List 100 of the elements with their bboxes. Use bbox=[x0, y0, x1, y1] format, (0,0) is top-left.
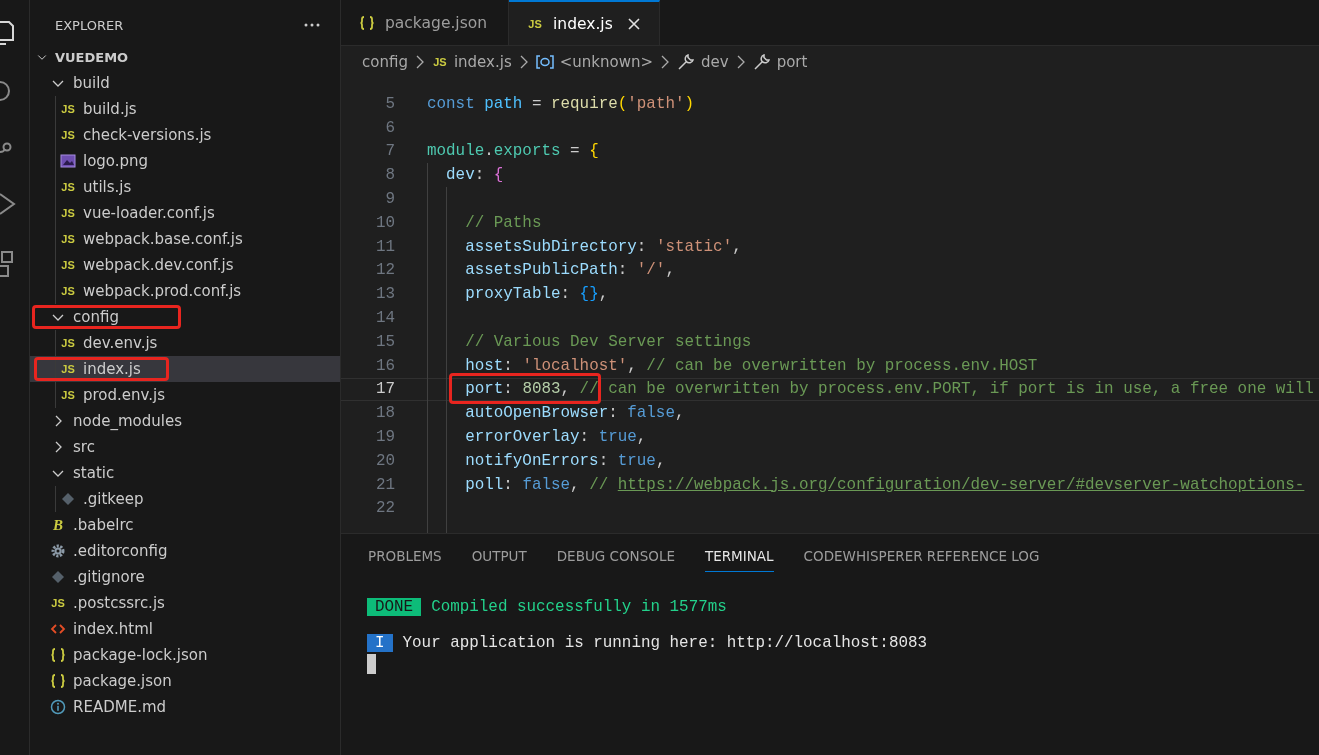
file-name: build bbox=[73, 74, 110, 92]
code-token: 'static' bbox=[655, 237, 733, 256]
code-token: , bbox=[674, 404, 685, 423]
code-token: true bbox=[617, 451, 656, 470]
tree-item[interactable]: config bbox=[30, 304, 340, 330]
breadcrumb-item[interactable]: <unknown> bbox=[559, 53, 653, 71]
tree-item[interactable]: JS prod.env.js bbox=[30, 382, 340, 408]
info-icon bbox=[50, 699, 66, 715]
js-file-icon: JS bbox=[60, 207, 76, 219]
code-token: errorOverlay bbox=[464, 428, 580, 447]
code-token: , bbox=[732, 237, 742, 256]
tree-item[interactable]: JS webpack.prod.conf.js bbox=[30, 278, 340, 304]
variable-symbol-icon bbox=[535, 55, 554, 69]
tree-item[interactable]: .gitkeep bbox=[30, 486, 340, 512]
file-name: node_modules bbox=[73, 412, 182, 430]
code-token: , bbox=[570, 475, 581, 494]
file-name: static bbox=[73, 464, 115, 482]
editor-tab[interactable]: JS index.js bbox=[509, 0, 660, 45]
line-number: 12 bbox=[374, 261, 395, 280]
code-token: , bbox=[598, 285, 609, 304]
tree-item[interactable]: src bbox=[30, 434, 340, 460]
code-token: : bbox=[636, 237, 648, 256]
line-number: 13 bbox=[374, 285, 395, 304]
file-name: package-lock.json bbox=[73, 646, 208, 664]
breadcrumb-item[interactable]: port bbox=[776, 53, 808, 71]
tree-item[interactable]: .editorconfig bbox=[30, 538, 340, 564]
js-file-icon: JS bbox=[60, 259, 76, 271]
babel-file-icon: B bbox=[50, 516, 66, 534]
panel-tab[interactable]: DEBUG CONSOLE bbox=[556, 548, 675, 572]
code-token: { bbox=[493, 166, 504, 185]
code-token: false bbox=[627, 404, 675, 423]
breadcrumb-item[interactable]: dev bbox=[701, 53, 729, 71]
gear-icon bbox=[50, 543, 66, 559]
code-token: : bbox=[617, 261, 629, 280]
code-token[interactable]: https://webpack.js.org/configuration/dev-server/#devserver-watchoptions- bbox=[617, 475, 1305, 494]
code-token: : bbox=[608, 404, 619, 423]
tree-item[interactable]: static bbox=[30, 460, 340, 486]
line-number: 14 bbox=[374, 309, 395, 328]
file-name: webpack.prod.conf.js bbox=[83, 282, 242, 300]
files-icon[interactable] bbox=[0, 20, 14, 46]
file-name: index.html bbox=[73, 620, 153, 638]
code-token: : bbox=[474, 166, 486, 185]
code-token: : bbox=[503, 380, 514, 399]
code-token: // can be overwritten by process.env.HOST bbox=[646, 356, 1038, 375]
tree-item[interactable]: JS .postcssrc.js bbox=[30, 590, 340, 616]
code-token: : bbox=[579, 428, 591, 447]
tree-item[interactable]: package-lock.json bbox=[30, 642, 340, 668]
tree-item[interactable]: README.md bbox=[30, 694, 340, 720]
tree-item[interactable]: VUEDEMO bbox=[30, 44, 340, 70]
code-token: // Paths bbox=[464, 213, 542, 232]
wrench-icon bbox=[677, 53, 695, 71]
code-token: module bbox=[427, 142, 485, 161]
tree-item[interactable]: JS dev.env.js bbox=[30, 330, 340, 356]
code-token: dev bbox=[445, 166, 475, 185]
js-file-icon: JS bbox=[60, 389, 76, 401]
close-icon[interactable] bbox=[627, 16, 641, 31]
breadcrumb-item[interactable]: config bbox=[362, 53, 408, 71]
tree-item[interactable]: B .babelrc bbox=[30, 512, 340, 538]
tree-item[interactable]: package.json bbox=[30, 668, 340, 694]
tree-item[interactable]: JS index.js bbox=[30, 356, 340, 382]
panel-tab[interactable]: CODEWHISPERER REFERENCE LOG bbox=[803, 548, 1040, 572]
tree-item[interactable]: logo.png bbox=[30, 148, 340, 174]
status-badge: DONE bbox=[367, 598, 422, 616]
line-number: 21 bbox=[374, 475, 395, 494]
tree-item[interactable]: node_modules bbox=[30, 408, 340, 434]
file-name: config bbox=[73, 308, 119, 326]
code-token: , bbox=[636, 428, 647, 447]
line-number: 10 bbox=[374, 213, 395, 232]
wrench-icon bbox=[752, 53, 771, 71]
code-token: poll bbox=[464, 475, 504, 494]
file-name: build.js bbox=[83, 100, 137, 118]
tree-item[interactable]: build bbox=[30, 70, 340, 96]
run-icon[interactable] bbox=[0, 192, 16, 216]
diamond-file-icon bbox=[60, 491, 76, 507]
tree-item[interactable]: JS utils.js bbox=[30, 174, 340, 200]
panel-tab[interactable]: TERMINAL bbox=[704, 548, 774, 572]
js-file-icon: JS bbox=[60, 337, 76, 349]
line-number: 20 bbox=[374, 451, 395, 470]
tree-item[interactable]: JS vue-loader.conf.js bbox=[30, 200, 340, 226]
js-file-icon: JS bbox=[60, 233, 76, 245]
tree-item[interactable]: .gitignore bbox=[30, 564, 340, 590]
terminal-text: Compiled successfully in 1577ms bbox=[431, 598, 727, 616]
file-name: src bbox=[73, 438, 95, 456]
tree-item[interactable]: index.html bbox=[30, 616, 340, 642]
more-actions-icon[interactable] bbox=[304, 23, 320, 27]
panel-tab[interactable]: OUTPUT bbox=[471, 548, 527, 572]
tree-item[interactable]: JS webpack.base.conf.js bbox=[30, 226, 340, 252]
code-token: assetsPublicPath bbox=[464, 261, 618, 280]
line-number: 11 bbox=[374, 237, 395, 256]
file-name: dev.env.js bbox=[83, 334, 158, 352]
tree-item[interactable]: JS webpack.dev.conf.js bbox=[30, 252, 340, 278]
code-token: host bbox=[464, 356, 504, 375]
tree-item[interactable]: JS build.js bbox=[30, 96, 340, 122]
line-number: 19 bbox=[374, 428, 395, 447]
js-file-icon: JS bbox=[431, 56, 448, 68]
extensions-icon[interactable] bbox=[0, 250, 14, 280]
panel-tab[interactable]: PROBLEMS bbox=[368, 548, 442, 572]
tree-item[interactable]: JS check-versions.js bbox=[30, 122, 340, 148]
breadcrumb-item[interactable]: index.js bbox=[453, 53, 512, 71]
code-token: = bbox=[530, 94, 543, 113]
